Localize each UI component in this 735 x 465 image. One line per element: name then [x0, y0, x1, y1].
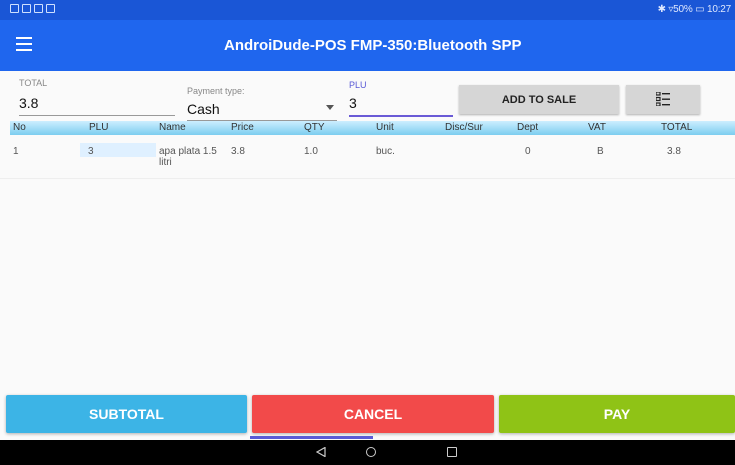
focus-indicator	[250, 436, 373, 439]
column-header: Price	[231, 122, 254, 133]
status-bar: ✱ ▿50% ▭ 10:27	[0, 0, 735, 20]
cell-dept: 0	[525, 146, 531, 157]
cell-unit: buc.	[376, 146, 395, 157]
notification-icons	[10, 4, 55, 13]
column-header: VAT	[588, 122, 606, 133]
column-header: PLU	[89, 122, 109, 133]
plu-label: PLU	[349, 80, 367, 90]
app-bar: AndroiDude-POS FMP-350:Bluetooth SPP	[0, 20, 735, 71]
plu-underline	[349, 115, 453, 117]
plu-input[interactable]: 3	[349, 95, 449, 111]
recent-apps-icon[interactable]	[447, 447, 457, 457]
column-header: Unit	[376, 122, 394, 133]
list-button[interactable]	[626, 85, 700, 114]
notification-icon	[34, 4, 43, 13]
total-label: TOTAL	[19, 78, 48, 88]
cell-no: 1	[13, 146, 19, 157]
total-underline	[19, 115, 175, 116]
column-header: No	[13, 122, 26, 133]
notification-icon	[46, 4, 55, 13]
column-header: TOTAL	[661, 122, 693, 133]
home-icon[interactable]	[366, 447, 376, 457]
table-row[interactable]: 1 3 apa plata 1.5 litri 3.8 1.0 buc. 0 B…	[0, 143, 735, 179]
cell-qty: 1.0	[304, 146, 318, 157]
navigation-bar	[0, 440, 735, 465]
pay-button[interactable]: PAY	[499, 395, 735, 433]
dropdown-arrow-icon[interactable]	[326, 105, 334, 110]
cell-price: 3.8	[231, 146, 245, 157]
payment-type-select[interactable]: Cash	[187, 101, 335, 117]
column-header: Disc/Sur	[445, 122, 483, 133]
column-header: Dept	[517, 122, 539, 133]
cell-plu: 3	[88, 146, 94, 157]
hamburger-menu-icon[interactable]	[16, 37, 32, 51]
column-header: Name	[159, 122, 186, 133]
total-value: 3.8	[19, 95, 39, 111]
cell-vat: B	[597, 146, 604, 157]
payment-type-label: Payment type:	[187, 86, 245, 96]
cell-name: apa plata 1.5 litri	[159, 146, 217, 168]
status-info: ✱ ▿50% ▭ 10:27	[657, 4, 732, 15]
app-title: AndroiDude-POS FMP-350:Bluetooth SPP	[224, 37, 522, 54]
back-icon[interactable]	[316, 447, 326, 457]
list-icon	[656, 92, 670, 106]
cell-total: 3.8	[667, 146, 681, 157]
add-to-sale-button[interactable]: ADD TO SALE	[459, 85, 619, 114]
table-header: No PLU Name Price QTY Unit Disc/Sur Dept…	[10, 121, 735, 135]
notification-icon	[22, 4, 31, 13]
column-header: QTY	[304, 122, 325, 133]
subtotal-button[interactable]: SUBTOTAL	[6, 395, 247, 433]
notification-icon	[10, 4, 19, 13]
cancel-button[interactable]: CANCEL	[252, 395, 494, 433]
